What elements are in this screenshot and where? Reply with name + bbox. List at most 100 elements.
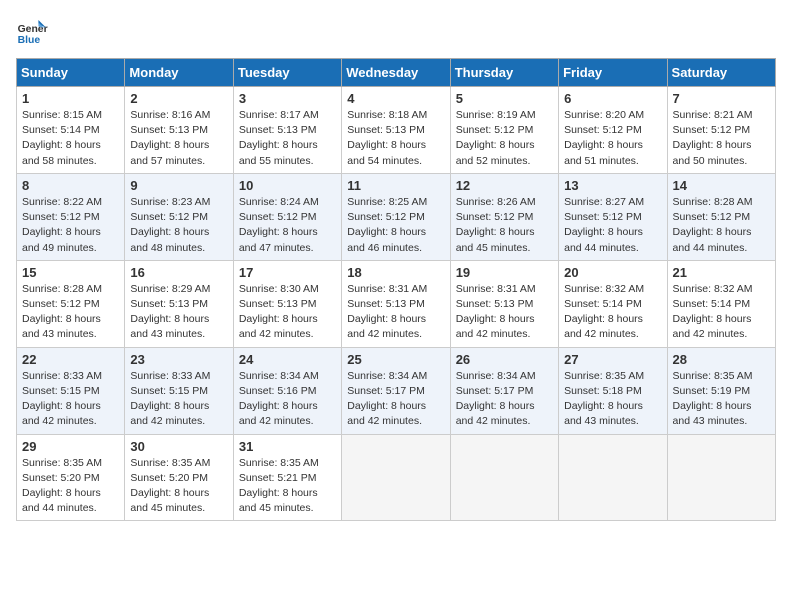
calendar-week-row: 15 Sunrise: 8:28 AM Sunset: 5:12 PM Dayl… xyxy=(17,260,776,347)
day-info: Sunrise: 8:35 AM Sunset: 5:20 PM Dayligh… xyxy=(130,456,227,517)
day-number: 29 xyxy=(22,439,119,454)
sunset-label: Sunset: 5:13 PM xyxy=(239,124,317,136)
daylight-label: Daylight: 8 hours and 50 minutes. xyxy=(673,139,752,166)
calendar-cell: 8 Sunrise: 8:22 AM Sunset: 5:12 PM Dayli… xyxy=(17,173,125,260)
svg-text:Blue: Blue xyxy=(18,35,41,46)
calendar-cell: 23 Sunrise: 8:33 AM Sunset: 5:15 PM Dayl… xyxy=(125,347,233,434)
sunset-label: Sunset: 5:14 PM xyxy=(22,124,100,136)
day-info: Sunrise: 8:22 AM Sunset: 5:12 PM Dayligh… xyxy=(22,195,119,256)
calendar-cell: 28 Sunrise: 8:35 AM Sunset: 5:19 PM Dayl… xyxy=(667,347,775,434)
sunrise-label: Sunrise: 8:34 AM xyxy=(239,370,319,382)
day-number: 16 xyxy=(130,265,227,280)
sunset-label: Sunset: 5:13 PM xyxy=(130,124,208,136)
weekday-header-sunday: Sunday xyxy=(17,59,125,87)
day-info: Sunrise: 8:30 AM Sunset: 5:13 PM Dayligh… xyxy=(239,282,336,343)
sunrise-label: Sunrise: 8:28 AM xyxy=(22,283,102,295)
day-info: Sunrise: 8:17 AM Sunset: 5:13 PM Dayligh… xyxy=(239,108,336,169)
sunset-label: Sunset: 5:13 PM xyxy=(347,124,425,136)
sunrise-label: Sunrise: 8:33 AM xyxy=(22,370,102,382)
daylight-label: Daylight: 8 hours and 48 minutes. xyxy=(130,226,209,253)
day-number: 28 xyxy=(673,352,770,367)
page-header: General Blue xyxy=(16,16,776,48)
daylight-label: Daylight: 8 hours and 44 minutes. xyxy=(22,487,101,514)
calendar-week-row: 29 Sunrise: 8:35 AM Sunset: 5:20 PM Dayl… xyxy=(17,434,776,521)
calendar-week-row: 1 Sunrise: 8:15 AM Sunset: 5:14 PM Dayli… xyxy=(17,87,776,174)
sunset-label: Sunset: 5:15 PM xyxy=(130,385,208,397)
day-number: 3 xyxy=(239,91,336,106)
day-info: Sunrise: 8:32 AM Sunset: 5:14 PM Dayligh… xyxy=(673,282,770,343)
day-info: Sunrise: 8:18 AM Sunset: 5:13 PM Dayligh… xyxy=(347,108,444,169)
day-info: Sunrise: 8:20 AM Sunset: 5:12 PM Dayligh… xyxy=(564,108,661,169)
sunrise-label: Sunrise: 8:31 AM xyxy=(456,283,536,295)
sunset-label: Sunset: 5:12 PM xyxy=(456,124,534,136)
sunrise-label: Sunrise: 8:24 AM xyxy=(239,196,319,208)
calendar-cell: 3 Sunrise: 8:17 AM Sunset: 5:13 PM Dayli… xyxy=(233,87,341,174)
day-info: Sunrise: 8:34 AM Sunset: 5:17 PM Dayligh… xyxy=(347,369,444,430)
calendar-cell: 14 Sunrise: 8:28 AM Sunset: 5:12 PM Dayl… xyxy=(667,173,775,260)
daylight-label: Daylight: 8 hours and 42 minutes. xyxy=(239,313,318,340)
day-info: Sunrise: 8:28 AM Sunset: 5:12 PM Dayligh… xyxy=(22,282,119,343)
calendar-cell: 6 Sunrise: 8:20 AM Sunset: 5:12 PM Dayli… xyxy=(559,87,667,174)
calendar-cell: 11 Sunrise: 8:25 AM Sunset: 5:12 PM Dayl… xyxy=(342,173,450,260)
day-info: Sunrise: 8:15 AM Sunset: 5:14 PM Dayligh… xyxy=(22,108,119,169)
sunset-label: Sunset: 5:12 PM xyxy=(22,298,100,310)
sunset-label: Sunset: 5:12 PM xyxy=(456,211,534,223)
day-info: Sunrise: 8:29 AM Sunset: 5:13 PM Dayligh… xyxy=(130,282,227,343)
daylight-label: Daylight: 8 hours and 44 minutes. xyxy=(673,226,752,253)
day-number: 22 xyxy=(22,352,119,367)
day-number: 30 xyxy=(130,439,227,454)
daylight-label: Daylight: 8 hours and 58 minutes. xyxy=(22,139,101,166)
calendar-cell: 26 Sunrise: 8:34 AM Sunset: 5:17 PM Dayl… xyxy=(450,347,558,434)
weekday-header-monday: Monday xyxy=(125,59,233,87)
calendar-cell: 1 Sunrise: 8:15 AM Sunset: 5:14 PM Dayli… xyxy=(17,87,125,174)
daylight-label: Daylight: 8 hours and 46 minutes. xyxy=(347,226,426,253)
weekday-header-row: SundayMondayTuesdayWednesdayThursdayFrid… xyxy=(17,59,776,87)
calendar-cell xyxy=(559,434,667,521)
day-info: Sunrise: 8:31 AM Sunset: 5:13 PM Dayligh… xyxy=(347,282,444,343)
sunrise-label: Sunrise: 8:15 AM xyxy=(22,109,102,121)
logo: General Blue xyxy=(16,16,48,48)
sunrise-label: Sunrise: 8:23 AM xyxy=(130,196,210,208)
daylight-label: Daylight: 8 hours and 42 minutes. xyxy=(22,400,101,427)
day-info: Sunrise: 8:23 AM Sunset: 5:12 PM Dayligh… xyxy=(130,195,227,256)
calendar-cell: 19 Sunrise: 8:31 AM Sunset: 5:13 PM Dayl… xyxy=(450,260,558,347)
logo-icon: General Blue xyxy=(16,16,48,48)
calendar-cell xyxy=(667,434,775,521)
day-number: 8 xyxy=(22,178,119,193)
day-number: 10 xyxy=(239,178,336,193)
daylight-label: Daylight: 8 hours and 42 minutes. xyxy=(456,400,535,427)
sunrise-label: Sunrise: 8:33 AM xyxy=(130,370,210,382)
calendar-table: SundayMondayTuesdayWednesdayThursdayFrid… xyxy=(16,58,776,521)
sunset-label: Sunset: 5:13 PM xyxy=(347,298,425,310)
sunset-label: Sunset: 5:18 PM xyxy=(564,385,642,397)
sunset-label: Sunset: 5:13 PM xyxy=(456,298,534,310)
day-info: Sunrise: 8:33 AM Sunset: 5:15 PM Dayligh… xyxy=(130,369,227,430)
daylight-label: Daylight: 8 hours and 43 minutes. xyxy=(564,400,643,427)
daylight-label: Daylight: 8 hours and 42 minutes. xyxy=(673,313,752,340)
calendar-cell: 29 Sunrise: 8:35 AM Sunset: 5:20 PM Dayl… xyxy=(17,434,125,521)
sunset-label: Sunset: 5:12 PM xyxy=(130,211,208,223)
day-number: 1 xyxy=(22,91,119,106)
day-number: 7 xyxy=(673,91,770,106)
calendar-cell: 2 Sunrise: 8:16 AM Sunset: 5:13 PM Dayli… xyxy=(125,87,233,174)
daylight-label: Daylight: 8 hours and 52 minutes. xyxy=(456,139,535,166)
sunset-label: Sunset: 5:13 PM xyxy=(239,298,317,310)
daylight-label: Daylight: 8 hours and 42 minutes. xyxy=(130,400,209,427)
daylight-label: Daylight: 8 hours and 45 minutes. xyxy=(456,226,535,253)
sunset-label: Sunset: 5:12 PM xyxy=(564,124,642,136)
daylight-label: Daylight: 8 hours and 43 minutes. xyxy=(22,313,101,340)
sunrise-label: Sunrise: 8:22 AM xyxy=(22,196,102,208)
weekday-header-tuesday: Tuesday xyxy=(233,59,341,87)
sunrise-label: Sunrise: 8:31 AM xyxy=(347,283,427,295)
day-info: Sunrise: 8:34 AM Sunset: 5:16 PM Dayligh… xyxy=(239,369,336,430)
day-info: Sunrise: 8:32 AM Sunset: 5:14 PM Dayligh… xyxy=(564,282,661,343)
day-number: 2 xyxy=(130,91,227,106)
sunrise-label: Sunrise: 8:34 AM xyxy=(347,370,427,382)
day-number: 14 xyxy=(673,178,770,193)
day-number: 27 xyxy=(564,352,661,367)
calendar-cell: 16 Sunrise: 8:29 AM Sunset: 5:13 PM Dayl… xyxy=(125,260,233,347)
sunset-label: Sunset: 5:12 PM xyxy=(239,211,317,223)
daylight-label: Daylight: 8 hours and 42 minutes. xyxy=(239,400,318,427)
sunset-label: Sunset: 5:12 PM xyxy=(673,124,751,136)
calendar-cell: 24 Sunrise: 8:34 AM Sunset: 5:16 PM Dayl… xyxy=(233,347,341,434)
